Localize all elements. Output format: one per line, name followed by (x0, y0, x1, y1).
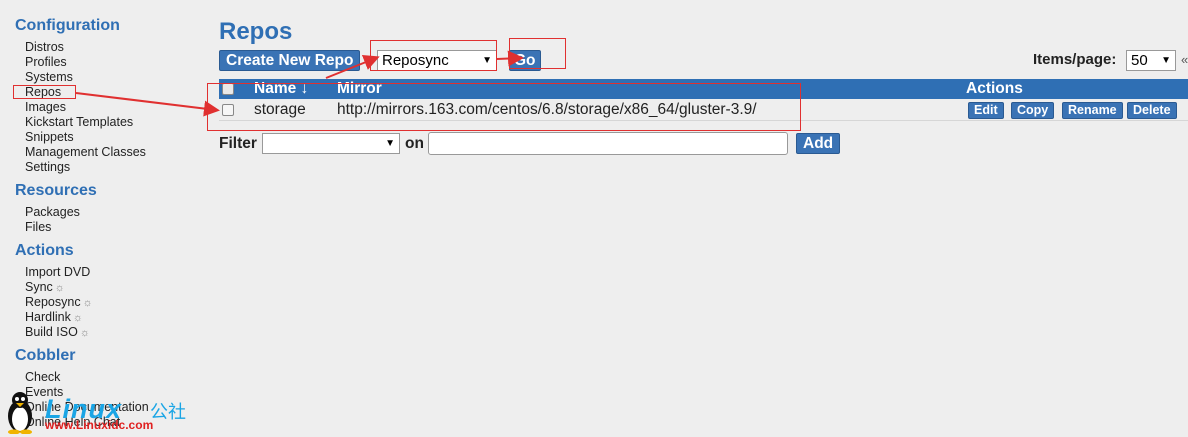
tux-penguin-icon (8, 392, 32, 434)
arrow-to-go (496, 50, 524, 67)
watermark-url: www.Linuxidc.com (45, 418, 154, 432)
watermark-brand-cn: 公社 (150, 402, 186, 422)
annotation-arrows (75, 50, 524, 117)
arrow-repos-to-row (75, 92, 220, 117)
arrow-to-action-select (325, 55, 380, 79)
